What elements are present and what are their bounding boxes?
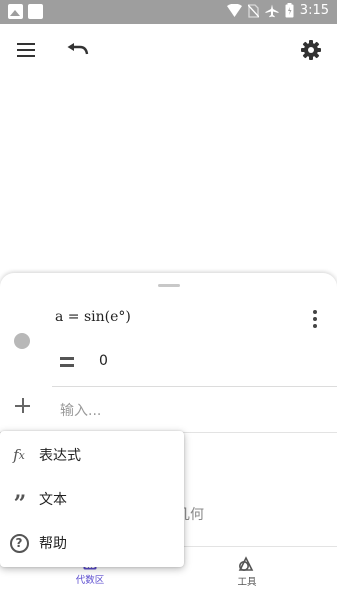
tab-tools-label: 工具	[237, 577, 257, 588]
clock-text: 3:15	[299, 3, 329, 18]
algebra-result: 0	[99, 353, 108, 369]
menu-icon[interactable]	[12, 36, 40, 64]
top-toolbar	[0, 24, 337, 76]
tools-icon	[238, 556, 254, 571]
image-notification-icon	[8, 4, 23, 19]
equals-icon	[60, 357, 74, 367]
algebra-expression[interactable]: a = sin(e°)	[55, 309, 131, 325]
quote-icon: ”	[13, 491, 27, 517]
visibility-toggle[interactable]	[14, 333, 30, 349]
menu-item-help[interactable]: ? 帮助	[0, 521, 184, 565]
divider	[52, 386, 337, 387]
menu-item-text[interactable]: ” 文本	[0, 477, 184, 521]
gear-icon[interactable]	[297, 36, 325, 64]
no-sim-icon	[247, 3, 259, 18]
undo-icon[interactable]	[64, 36, 92, 64]
menu-item-label: 文本	[39, 492, 67, 508]
menu-item-expression[interactable]: fx 表达式	[0, 433, 184, 477]
input-field[interactable]: 输入...	[60, 400, 101, 420]
drag-handle[interactable]	[158, 284, 180, 287]
notification-icons	[8, 4, 43, 19]
status-icons: 3:15	[226, 3, 329, 18]
airplane-mode-icon	[265, 4, 279, 18]
battery-icon	[285, 3, 294, 18]
help-icon: ?	[9, 533, 29, 553]
tab-algebra-label: 代数区	[75, 575, 105, 586]
menu-item-label: 表达式	[39, 448, 81, 464]
add-menu-popup: fx 表达式 ” 文本 ? 帮助	[0, 431, 184, 567]
wifi-icon	[226, 4, 242, 17]
add-icon[interactable]	[14, 397, 32, 415]
status-bar: 3:15	[0, 0, 337, 24]
more-options-icon[interactable]	[307, 309, 323, 329]
menu-item-label: 帮助	[39, 536, 67, 552]
fx-icon: fx	[13, 446, 25, 464]
tab-tools[interactable]: 工具	[187, 556, 307, 588]
square-notification-icon	[28, 4, 43, 19]
